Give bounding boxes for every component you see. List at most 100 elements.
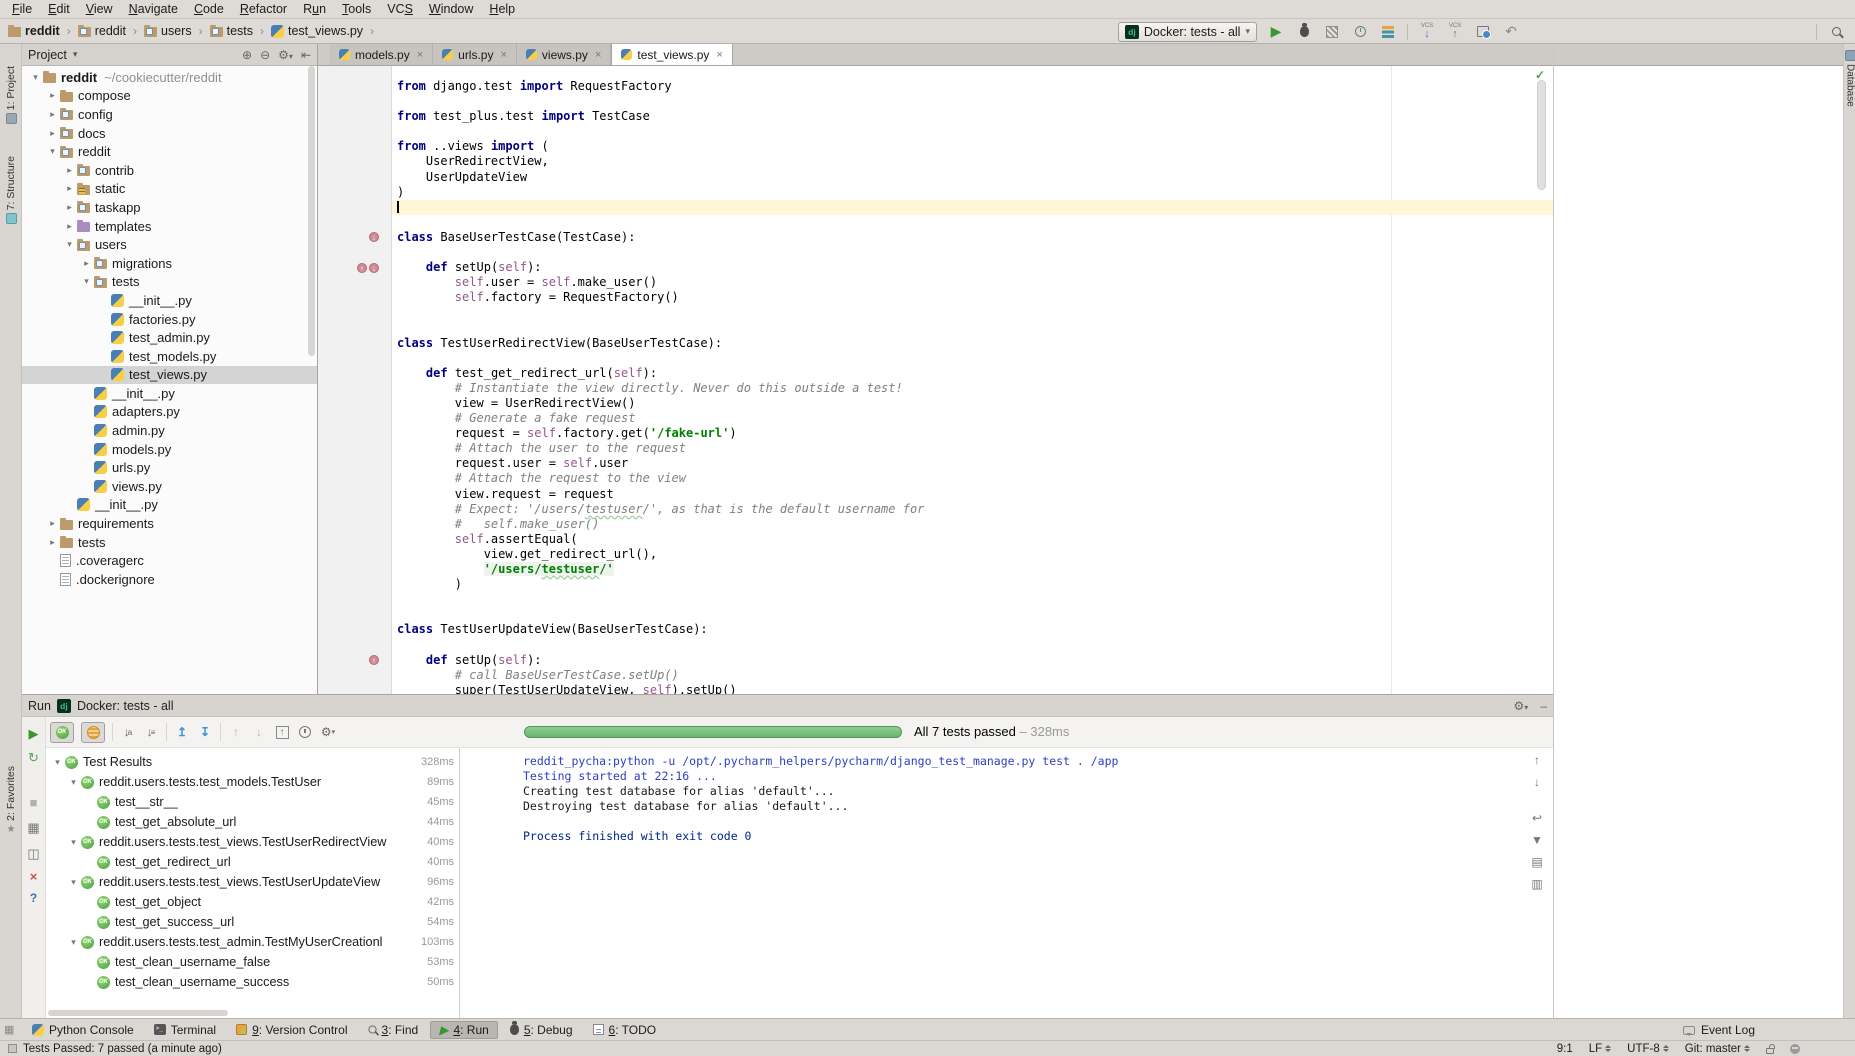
- run-console[interactable]: reddit_pycha:python -u /opt/.pycharm_hel…: [461, 748, 1523, 1018]
- print-icon[interactable]: ▤: [1529, 854, 1545, 870]
- tree-arrow-icon[interactable]: ▾: [50, 757, 65, 768]
- project-tree-item[interactable]: ▾reddit~/cookiecutter/reddit: [22, 68, 317, 87]
- soft-wrap-icon[interactable]: ↩: [1529, 810, 1545, 826]
- run-button[interactable]: ▶: [1267, 23, 1285, 41]
- override-up-icon[interactable]: ↑: [369, 655, 379, 665]
- code-line[interactable]: from django.test import RequestFactory: [392, 79, 1553, 94]
- project-tree-item[interactable]: __init__.py: [22, 384, 317, 403]
- test-settings-button[interactable]: ⚙▾: [320, 723, 336, 741]
- sort-alphabetically-button[interactable]: ↓a: [120, 723, 136, 741]
- toolwindow-version-control-button[interactable]: 9: Version Control: [228, 1021, 355, 1039]
- project-tree-item[interactable]: ▸compose: [22, 87, 317, 106]
- scroll-to-end-icon[interactable]: ▼: [1529, 832, 1545, 848]
- pin-tab-button[interactable]: ◫: [25, 845, 43, 863]
- tree-arrow-icon[interactable]: ▸: [62, 165, 77, 176]
- code-line[interactable]: ): [392, 185, 1553, 200]
- test-tree-item[interactable]: ▾reddit.users.tests.test_models.TestUser…: [46, 772, 459, 792]
- show-passed-toggle[interactable]: [50, 722, 74, 743]
- project-tree-item[interactable]: ▾reddit: [22, 142, 317, 161]
- breadcrumb-item[interactable]: tests: [210, 24, 253, 38]
- highlighting-level-icon[interactable]: [1790, 1044, 1800, 1054]
- menu-tools[interactable]: Tools: [334, 2, 379, 16]
- tree-arrow-icon[interactable]: ▾: [62, 239, 77, 250]
- toolwindow-find-button[interactable]: 3: Find: [360, 1021, 427, 1039]
- project-tree-item[interactable]: test_views.py: [22, 366, 317, 385]
- tab-urls.py[interactable]: urls.py×: [433, 44, 517, 65]
- code-line[interactable]: ): [392, 577, 1553, 592]
- test-tree-item[interactable]: ▾reddit.users.tests.test_views.TestUserR…: [46, 832, 459, 852]
- code-line[interactable]: from ..views import (: [392, 139, 1553, 154]
- project-tree-item[interactable]: ▸requirements: [22, 514, 317, 533]
- panel-settings-button[interactable]: ⚙▾: [278, 48, 293, 62]
- project-tree-item[interactable]: ▸migrations: [22, 254, 317, 273]
- project-tree-item[interactable]: models.py: [22, 440, 317, 459]
- coverage-button[interactable]: [1323, 23, 1341, 41]
- project-tree-item[interactable]: .coveragerc: [22, 551, 317, 570]
- next-failed-test-button[interactable]: ↓: [251, 723, 267, 741]
- status-message[interactable]: Tests Passed: 7 passed (a minute ago): [23, 1043, 222, 1055]
- code-line[interactable]: request.user = self.user: [392, 456, 1553, 471]
- project-tree-item[interactable]: test_admin.py: [22, 328, 317, 347]
- rerun-failed-tests-button[interactable]: ↻: [25, 749, 43, 767]
- toolwindow-switcher-icon[interactable]: ▦: [4, 1023, 17, 1036]
- run-configuration-selector[interactable]: dj Docker: tests - all ▾: [1118, 22, 1257, 42]
- project-tree-item[interactable]: .dockerignore: [22, 570, 317, 589]
- stop-button[interactable]: ■: [25, 793, 43, 811]
- code-line[interactable]: request = self.factory.get('/fake-url'): [392, 426, 1553, 441]
- project-tree-item[interactable]: adapters.py: [22, 403, 317, 422]
- tree-arrow-icon[interactable]: ▾: [45, 146, 60, 157]
- tree-arrow-icon[interactable]: ▾: [66, 837, 81, 848]
- breadcrumb-item[interactable]: test_views.py: [271, 24, 363, 38]
- scroll-down-icon[interactable]: ↓: [1529, 774, 1545, 790]
- code-line[interactable]: view.request = request: [392, 487, 1553, 502]
- test-tree-item[interactable]: test_get_success_url54ms: [46, 912, 459, 932]
- test-tree-scrollbar[interactable]: [48, 1010, 228, 1016]
- test-tree-item[interactable]: test_get_redirect_url40ms: [46, 852, 459, 872]
- code-line[interactable]: # Generate a fake request: [392, 411, 1553, 426]
- menu-edit[interactable]: Edit: [40, 2, 78, 16]
- toolwindow-todo-button[interactable]: 6: TODO: [585, 1021, 665, 1039]
- breadcrumb-item[interactable]: users: [144, 24, 192, 38]
- sort-by-duration-button[interactable]: ↓≡: [143, 723, 159, 741]
- tab-test_views.py[interactable]: test_views.py×: [611, 44, 732, 65]
- toolwindow-debug-button[interactable]: 5: Debug: [502, 1021, 581, 1039]
- scroll-up-icon[interactable]: ↑: [1529, 752, 1545, 768]
- tree-arrow-icon[interactable]: ▸: [79, 258, 94, 269]
- code-line[interactable]: [392, 607, 1553, 622]
- project-tree-item[interactable]: ▾users: [22, 235, 317, 254]
- test-history-button[interactable]: [297, 723, 313, 741]
- stripe-favorites-button[interactable]: 2: Favorites ★: [0, 766, 22, 835]
- code-line[interactable]: self.factory = RequestFactory(): [392, 290, 1553, 305]
- debug-button[interactable]: [1295, 23, 1313, 41]
- code-line[interactable]: self.assertEqual(: [392, 532, 1553, 547]
- menu-vcs[interactable]: VCS: [379, 2, 421, 16]
- menu-window[interactable]: Window: [421, 2, 481, 16]
- code-line[interactable]: UserUpdateView: [392, 170, 1553, 185]
- stripe-project-button[interactable]: 1: Project: [0, 66, 22, 124]
- test-tree-item[interactable]: test_clean_username_false53ms: [46, 952, 459, 972]
- project-tree-item[interactable]: factories.py: [22, 310, 317, 329]
- tree-arrow-icon[interactable]: ▸: [62, 221, 77, 232]
- code-line[interactable]: [392, 351, 1553, 366]
- menu-refactor[interactable]: Refactor: [232, 2, 295, 16]
- project-tree-item[interactable]: views.py: [22, 477, 317, 496]
- code-line[interactable]: def test_get_redirect_url(self):: [392, 366, 1553, 381]
- hide-panel-button[interactable]: –: [1540, 699, 1547, 713]
- code-line[interactable]: # call BaseUserTestCase.setUp(): [392, 668, 1553, 683]
- code-line[interactable]: [392, 245, 1553, 260]
- project-tree-item[interactable]: __init__.py: [22, 291, 317, 310]
- test-tree-item[interactable]: test_get_object42ms: [46, 892, 459, 912]
- rollback-button[interactable]: ↶: [1502, 23, 1520, 41]
- import-test-results-button[interactable]: ↑: [274, 723, 290, 741]
- test-tree-item[interactable]: test__str__45ms: [46, 792, 459, 812]
- help-button[interactable]: ?: [25, 889, 43, 907]
- code-line[interactable]: # Attach the user to the request: [392, 441, 1553, 456]
- code-line[interactable]: [392, 124, 1553, 139]
- readonly-lock-icon[interactable]: [1766, 1048, 1774, 1054]
- tab-views.py[interactable]: views.py×: [517, 44, 611, 65]
- project-tree-item[interactable]: ▸static: [22, 180, 317, 199]
- override-up-icon[interactable]: ↑: [357, 263, 367, 273]
- local-history-button[interactable]: [1474, 23, 1492, 41]
- rerun-button[interactable]: ▶: [25, 725, 43, 743]
- close-icon[interactable]: ×: [595, 49, 601, 61]
